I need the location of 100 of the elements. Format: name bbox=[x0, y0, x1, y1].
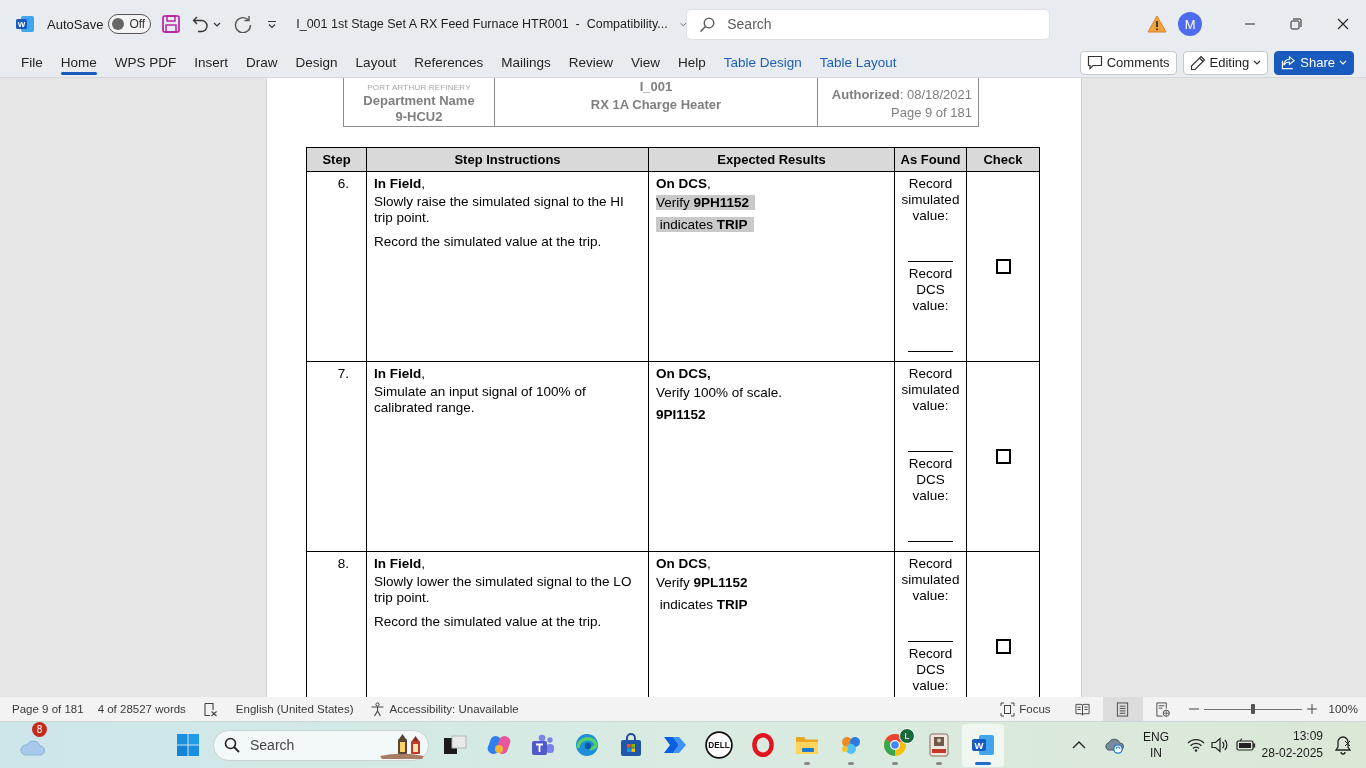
unit-name: 9-HCU2 bbox=[395, 109, 443, 125]
column-header: Step bbox=[306, 147, 367, 172]
view-button[interactable] bbox=[1102, 697, 1143, 721]
undo-icon[interactable] bbox=[192, 15, 209, 33]
column-header: Check bbox=[966, 147, 1040, 172]
ribbon-tab[interactable]: Draw bbox=[237, 48, 287, 77]
taskbar-button[interactable]: L bbox=[874, 723, 916, 767]
expected-result-text: Verify 9PH1152 bbox=[656, 195, 756, 210]
wifi-icon[interactable] bbox=[1187, 738, 1205, 752]
ribbon-tab[interactable]: Layout bbox=[346, 48, 406, 77]
column-header: As Found bbox=[894, 147, 967, 172]
open-book-icon bbox=[1075, 701, 1091, 717]
ribbon-tab[interactable]: Home bbox=[51, 48, 106, 77]
equipment-name: RX 1A Charge Heater bbox=[590, 96, 722, 114]
as-found-label: Record simulated value: bbox=[900, 556, 961, 604]
customize-icon[interactable] bbox=[267, 19, 278, 29]
step-number: 7. bbox=[337, 366, 349, 381]
input-region[interactable]: IN bbox=[1150, 745, 1162, 761]
input-language[interactable]: ENG bbox=[1143, 729, 1169, 745]
expected-result-text: On DCS, bbox=[656, 366, 711, 381]
pencil-icon bbox=[1189, 54, 1206, 71]
web-page-icon bbox=[1155, 701, 1171, 717]
page-indicator[interactable]: Page 9 of 181 bbox=[12, 703, 84, 715]
caret-icon bbox=[1339, 60, 1347, 65]
restore-icon[interactable] bbox=[1290, 18, 1303, 30]
instruction-text: Slowly lower the simulated signal to the LO trip point. bbox=[374, 574, 633, 606]
share-icon bbox=[1281, 55, 1297, 70]
ribbon-tab[interactable]: Mailings bbox=[492, 48, 560, 77]
comments-button[interactable]: Comments bbox=[1079, 50, 1177, 75]
editing-button[interactable]: Editing bbox=[1182, 50, 1269, 75]
instruction-text: In Field, bbox=[374, 176, 426, 192]
accessibility-person-icon[interactable] bbox=[370, 701, 386, 717]
instruction-text: Simulate an input signal of 100% of calibrated range. bbox=[374, 384, 587, 416]
taskbar-search-field[interactable]: Search bbox=[213, 729, 429, 761]
focus-icon bbox=[1000, 701, 1016, 717]
expected-result-text: indicates TRIP bbox=[656, 217, 754, 232]
focus-button[interactable]: Focus bbox=[996, 701, 1055, 717]
search-icon bbox=[699, 16, 716, 33]
chevron-up-icon[interactable] bbox=[1072, 741, 1086, 749]
task-view-icon bbox=[443, 733, 467, 757]
accessibility-status[interactable]: Accessibility: Unavailable bbox=[389, 703, 519, 715]
ribbon-tab[interactable]: WPS PDF bbox=[105, 48, 186, 77]
close-icon[interactable] bbox=[1336, 18, 1349, 30]
account-avatar[interactable]: M bbox=[1178, 12, 1203, 36]
page-number: Page 9 of 181 bbox=[891, 104, 972, 122]
instruction-text: Record the simulated value at the trip. bbox=[374, 234, 603, 250]
taskbar-button[interactable]: W bbox=[962, 723, 1004, 767]
zoom-in-icon[interactable] bbox=[1306, 704, 1317, 714]
ribbon-tab[interactable]: File bbox=[12, 48, 52, 77]
autosave-label: AutoSave bbox=[47, 16, 104, 32]
bell-icon[interactable] bbox=[1334, 735, 1352, 755]
cloud-sync-icon[interactable] bbox=[1103, 736, 1125, 754]
checkbox[interactable] bbox=[995, 639, 1011, 655]
save-icon[interactable] bbox=[162, 15, 181, 33]
ribbon-tab[interactable]: Help bbox=[669, 48, 715, 77]
department-name: Department Name bbox=[363, 93, 475, 109]
procedure-id: I_001 bbox=[639, 78, 673, 96]
ribbon-tab[interactable]: Insert bbox=[185, 48, 238, 77]
ribbon-tab[interactable]: Table Layout bbox=[810, 48, 906, 77]
as-found-label: Record DCS value: bbox=[907, 456, 954, 504]
battery-icon[interactable] bbox=[1236, 738, 1256, 752]
search-field[interactable]: Search bbox=[686, 8, 1051, 40]
zoom-percentage[interactable]: 100% bbox=[1328, 703, 1358, 715]
ribbon-tab[interactable]: Review bbox=[559, 48, 622, 77]
as-found-label: Record DCS value: bbox=[907, 646, 954, 694]
autosave-toggle[interactable]: Off bbox=[108, 14, 152, 34]
slider-thumb[interactable] bbox=[1250, 704, 1255, 714]
expected-result-text: On DCS, bbox=[656, 556, 711, 571]
clock-date[interactable]: 28-02-2025 bbox=[1261, 745, 1323, 762]
ribbon-tab[interactable]: References bbox=[405, 48, 493, 77]
checkbox[interactable] bbox=[995, 259, 1011, 275]
tricolor-circle-icon bbox=[883, 733, 907, 757]
speech-bubble-icon bbox=[1086, 55, 1103, 70]
caret-icon[interactable] bbox=[213, 21, 222, 27]
framed-card-icon bbox=[927, 733, 951, 757]
expected-result-text: 9PI1152 bbox=[656, 407, 706, 422]
ribbon-tab[interactable]: Design bbox=[286, 48, 347, 77]
speaker-icon[interactable] bbox=[1211, 737, 1229, 753]
step-number: 8. bbox=[337, 556, 349, 571]
document-title[interactable]: I_001 1st Stage Set A RX Feed Furnace HTR001 - Compatibility... bbox=[296, 17, 668, 31]
expected-result-text: On DCS, bbox=[656, 176, 711, 191]
language-indicator[interactable]: English (United States) bbox=[235, 703, 354, 715]
instruction-text: In Field, bbox=[374, 556, 426, 572]
lantern-drawing bbox=[378, 732, 426, 759]
share-button[interactable]: Share bbox=[1274, 50, 1354, 75]
windows-start-icon[interactable] bbox=[176, 733, 200, 757]
checkbox[interactable] bbox=[995, 449, 1011, 465]
ribbon-tab[interactable]: Table Design bbox=[714, 48, 811, 77]
warning-icon[interactable] bbox=[1147, 15, 1168, 33]
search-icon bbox=[224, 736, 240, 753]
expected-result-text: Verify 100% of scale. bbox=[656, 385, 783, 400]
redo-icon[interactable] bbox=[234, 15, 253, 33]
ribbon-tab[interactable]: View bbox=[622, 48, 670, 77]
caret-icon bbox=[1253, 60, 1262, 65]
word-count[interactable]: 4 of 28527 words bbox=[97, 703, 186, 715]
page-lines-icon bbox=[1115, 701, 1131, 717]
as-found-label: Record simulated value: bbox=[900, 366, 961, 414]
authorized-date: Authorized: 08/18/2021 bbox=[831, 86, 972, 104]
clock-time[interactable]: 13:09 bbox=[1292, 728, 1323, 745]
proofing-icon[interactable] bbox=[202, 701, 218, 717]
